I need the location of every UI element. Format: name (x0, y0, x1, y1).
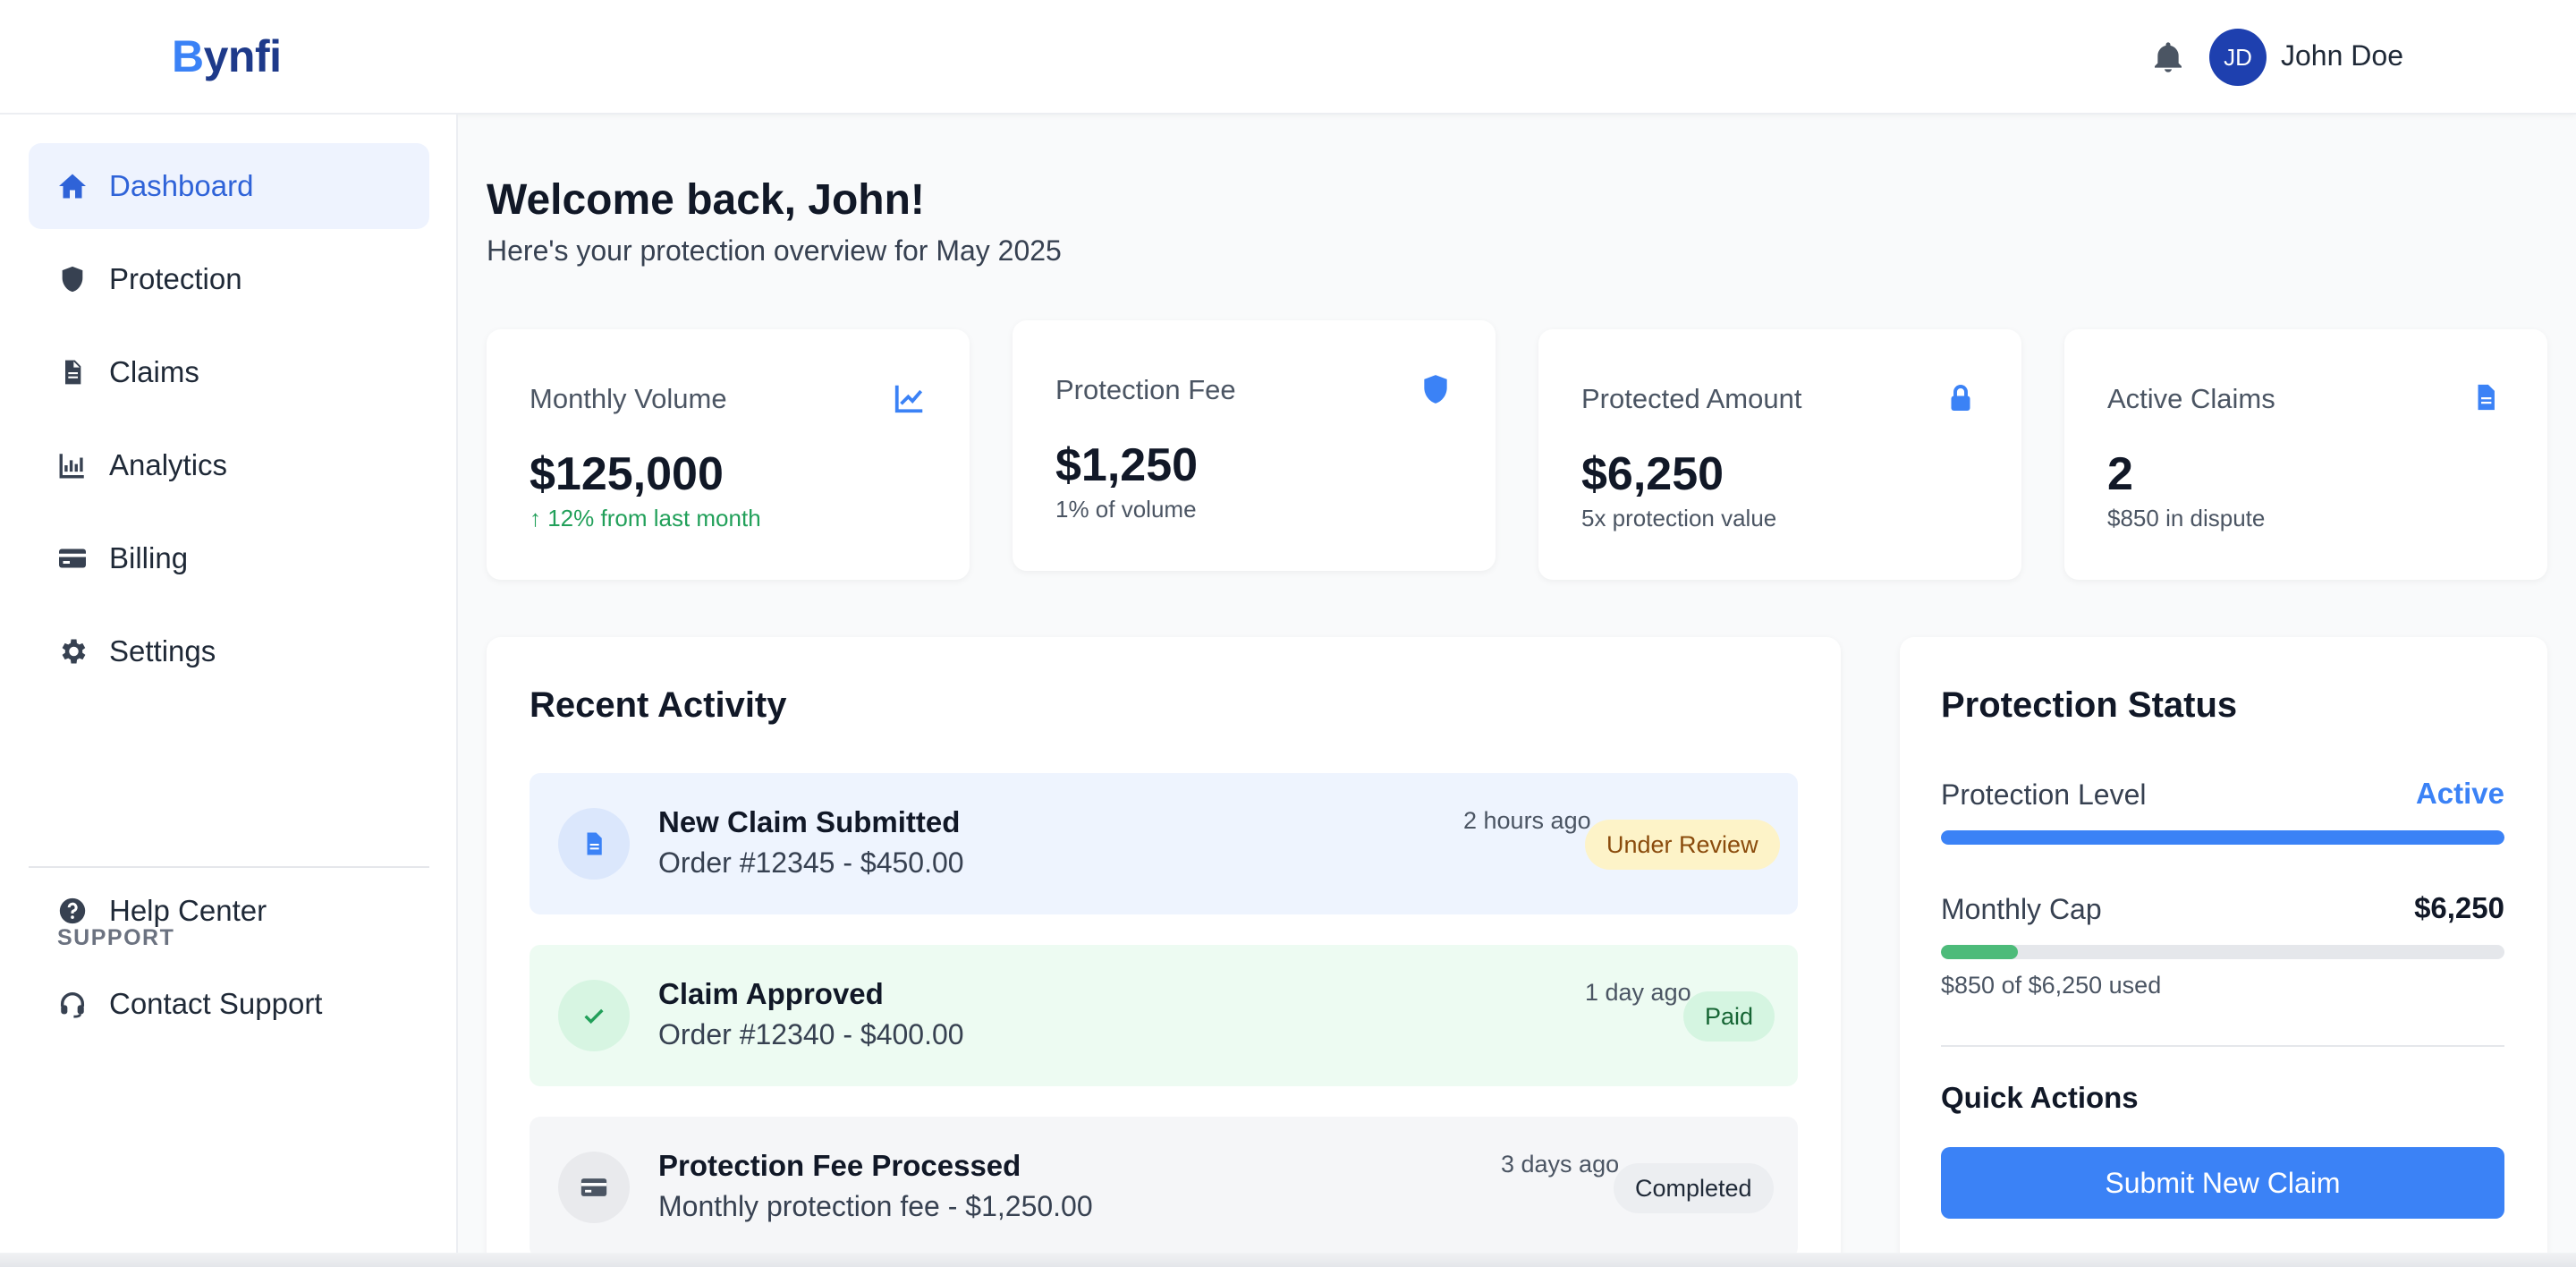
quick-actions-title: Quick Actions (1941, 1081, 2139, 1114)
activity-title: Protection Fee Processed (658, 1149, 1021, 1182)
sidebar-item-label: Contact Support (109, 987, 323, 1020)
sidebar-item-help-center-link[interactable]: Help Center (29, 868, 429, 954)
stat-note: 1% of volume (1055, 496, 1197, 523)
window-bottom-edge (0, 1253, 2576, 1267)
stat-title: Protected Amount (1581, 383, 1802, 414)
monthly-cap-label: Monthly Cap (1941, 893, 2102, 925)
sidebar-item-label: Analytics (109, 448, 228, 481)
sidebar-item-contact-support[interactable]: Contact Support (29, 961, 429, 1047)
stat-note: 5x protection value (1581, 505, 1777, 531)
shield-icon (1419, 372, 1453, 406)
activity-time: 2 hours ago (1463, 807, 1591, 834)
stat-card-active-claims[interactable]: Active Claims 2 $850 in dispute (2064, 329, 2547, 580)
sidebar: Dashboard Protection Claims Analytics Bi… (0, 115, 458, 1267)
sidebar-item-billing[interactable]: Billing (29, 515, 429, 601)
activity-subtitle: Monthly protection fee - $1,250.00 (658, 1190, 1093, 1222)
activity-item-claim-submitted[interactable]: New Claim Submitted Order #12345 - $450.… (530, 773, 1798, 914)
sidebar-item-label: Protection (109, 262, 242, 295)
headset-icon (55, 987, 89, 1021)
activity-title: New Claim Submitted (658, 805, 961, 838)
activity-item-claim-approved[interactable]: Claim Approved Order #12340 - $400.00 1 … (530, 945, 1798, 1086)
recent-activity-title: Recent Activity (530, 685, 787, 725)
stat-note: $850 in dispute (2107, 505, 2266, 531)
logo-rest: ynfi (203, 31, 282, 81)
home-icon (55, 169, 89, 203)
stat-value: 2 (2107, 448, 2133, 500)
credit-card-icon (558, 1152, 630, 1223)
stat-card-monthly-volume[interactable]: Monthly Volume $125,000 ↑ 12% from last … (487, 329, 970, 580)
sidebar-item-label: Claims (109, 355, 199, 388)
sidebar-item-claims[interactable]: Claims (29, 329, 429, 415)
status-badge: Under Review (1585, 820, 1780, 870)
activity-subtitle: Order #12340 - $400.00 (658, 1018, 964, 1050)
sidebar-item-dashboard[interactable]: Dashboard (29, 143, 429, 229)
submit-new-claim-button[interactable]: Submit New Claim (1941, 1147, 2504, 1219)
document-icon (2470, 381, 2504, 415)
status-badge: Paid (1683, 991, 1775, 1042)
bell-icon[interactable] (2150, 39, 2186, 75)
stat-value: $6,250 (1581, 448, 1724, 500)
protection-level-value: Active (2415, 777, 2504, 810)
document-icon (558, 808, 630, 880)
credit-card-icon (55, 541, 89, 575)
stat-value: $125,000 (530, 448, 724, 500)
sidebar-item-settings[interactable]: Settings (29, 608, 429, 694)
stat-note: ↑ 12% from last month (530, 505, 761, 531)
sidebar-item-label: Help Center (109, 894, 267, 927)
monthly-cap-value: $6,250 (2414, 891, 2504, 924)
stat-value: $1,250 (1055, 439, 1199, 491)
cap-used-text: $850 of $6,250 used (1941, 972, 2162, 999)
protection-status-title: Protection Status (1941, 685, 2238, 725)
activity-subtitle: Order #12345 - $450.00 (658, 846, 964, 879)
protection-level-fill (1941, 830, 2504, 845)
activity-time: 1 day ago (1585, 979, 1691, 1006)
avatar[interactable]: JD (2209, 29, 2267, 86)
page-subtitle: Here's your protection overview for May … (487, 234, 1062, 267)
protection-level-label: Protection Level (1941, 778, 2147, 811)
activity-time: 3 days ago (1501, 1151, 1620, 1178)
status-badge: Completed (1614, 1163, 1774, 1213)
page-title: Welcome back, John! (487, 176, 925, 224)
sidebar-item-analytics[interactable]: Analytics (29, 422, 429, 508)
sidebar-item-label: Settings (109, 634, 216, 668)
monthly-cap-fill (1941, 945, 2018, 959)
bar-chart-icon (55, 448, 89, 482)
status-divider (1941, 1045, 2504, 1047)
check-icon (558, 980, 630, 1051)
sidebar-item-label: Billing (109, 541, 189, 574)
lock-icon (1945, 381, 1979, 415)
shield-icon (55, 262, 89, 296)
gear-icon (55, 634, 89, 668)
activity-title: Claim Approved (658, 977, 884, 1010)
line-chart-icon (893, 381, 927, 415)
question-circle-icon (55, 894, 89, 928)
monthly-cap-bar (1941, 945, 2504, 959)
protection-level-bar (1941, 830, 2504, 845)
sidebar-item-label: Dashboard (109, 169, 254, 202)
activity-item-fee-processed[interactable]: Protection Fee Processed Monthly protect… (530, 1117, 1798, 1258)
stat-title: Protection Fee (1055, 374, 1236, 405)
sidebar-item-protection[interactable]: Protection (29, 236, 429, 322)
stat-title: Active Claims (2107, 383, 2275, 414)
stat-card-protection-fee[interactable]: Protection Fee $1,250 1% of volume (1013, 320, 1496, 571)
logo-first-letter: B (172, 31, 204, 81)
user-name[interactable]: John Doe (2281, 39, 2403, 72)
stat-title: Monthly Volume (530, 383, 727, 414)
stat-card-protected-amount[interactable]: Protected Amount $6,250 5x protection va… (1538, 329, 2021, 580)
top-header: Bynfi JD John Doe (0, 0, 2576, 115)
logo[interactable]: Bynfi (172, 30, 282, 82)
document-icon (55, 355, 89, 389)
